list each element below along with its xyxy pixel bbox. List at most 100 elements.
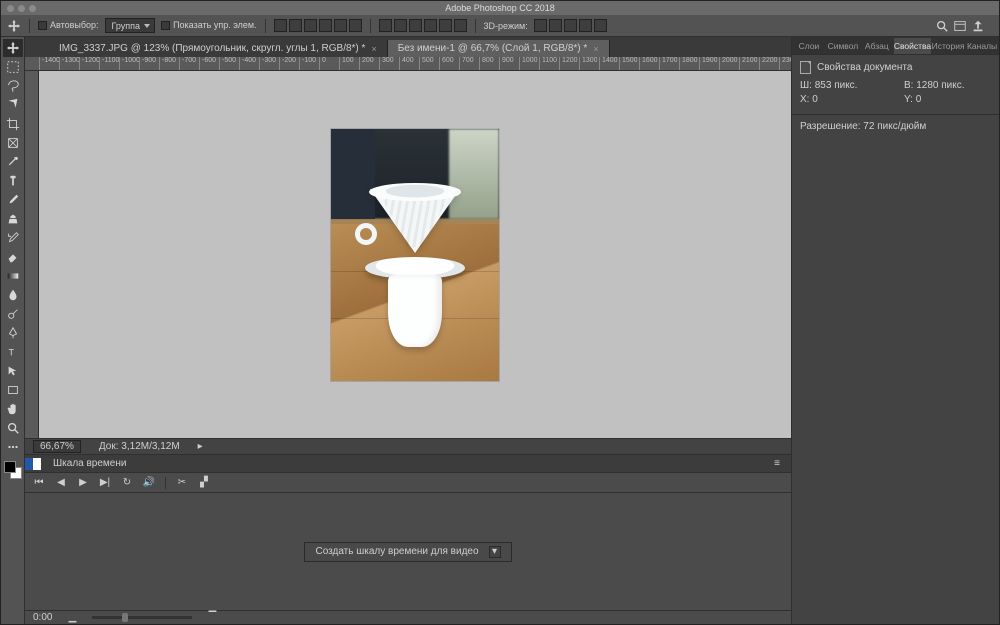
pen-tool[interactable] [3,324,23,342]
panel-tab-properties[interactable]: Свойства [894,38,931,54]
timeline-zoom-in-icon[interactable]: ▔ [206,612,218,624]
ruler-vertical[interactable] [25,71,39,438]
ruler-tick: -800 [159,57,176,70]
zoom-field[interactable]: 66,67% [33,440,81,453]
close-tab-icon[interactable]: × [371,44,376,54]
frame-tool[interactable] [3,134,23,152]
rectangle-tool[interactable] [3,381,23,399]
create-timeline-button[interactable]: Создать шкалу времени для видео ▾ [304,542,511,562]
window-titlebar: Adobe Photoshop CC 2018 [1,1,999,15]
split-icon[interactable]: ✂ [176,477,188,489]
align-icon[interactable] [334,19,347,32]
dodge-tool[interactable] [3,305,23,323]
distribute-icon[interactable] [379,19,392,32]
canvas-area[interactable] [39,71,791,438]
doc-size-readout: Док: 3,12M/3,12M [99,441,180,452]
go-start-icon[interactable]: ⏮ [33,477,45,489]
clone-stamp-tool[interactable] [3,210,23,228]
type-tool[interactable]: T [3,343,23,361]
app-title: Adobe Photoshop CC 2018 [1,3,999,13]
panel-tab-channels[interactable]: Каналы [965,38,999,54]
quick-select-tool[interactable] [3,96,23,114]
panel-tab-paragraph[interactable]: Абзац [860,38,894,54]
rect-marquee-tool[interactable] [3,58,23,76]
workspace-switcher-icon[interactable] [953,19,967,33]
audio-icon[interactable]: 🔊 [143,477,155,489]
share-icon[interactable] [971,19,985,33]
mode-3d-icon[interactable] [594,19,607,32]
align-icon[interactable] [274,19,287,32]
ruler-tick: 2100 [739,57,758,70]
panel-tab-layers[interactable]: Слои [792,38,826,54]
auto-select-dropdown[interactable]: Группа [105,18,156,33]
zoom-tool[interactable] [3,419,23,437]
move-tool[interactable] [3,39,23,57]
brush-tool[interactable] [3,191,23,209]
ruler-tick: 1200 [559,57,578,70]
ruler-tick: 1300 [579,57,598,70]
align-icon[interactable] [304,19,317,32]
ruler-tick: 300 [379,57,394,70]
next-frame-icon[interactable]: ▶| [99,477,111,489]
blur-tool[interactable] [3,286,23,304]
edit-toolbar[interactable] [3,438,23,456]
align-icon-group [274,19,362,32]
ruler-tick: 1600 [639,57,658,70]
timeline-zoom-slider[interactable] [92,616,192,619]
gradient-tool[interactable] [3,267,23,285]
ruler-tick: 1400 [599,57,618,70]
status-chevron-icon[interactable]: ▸ [198,441,203,452]
auto-select-checkbox[interactable]: Автовыбор: [38,20,99,31]
distribute-icon[interactable] [454,19,467,32]
ruler-tick: -500 [219,57,236,70]
panel-tab-character[interactable]: Символ [826,38,860,54]
ruler-tick: 500 [419,57,434,70]
distribute-icon[interactable] [409,19,422,32]
mode-3d-icon[interactable] [564,19,577,32]
distribute-icon[interactable] [439,19,452,32]
mode-3d-icon[interactable] [534,19,547,32]
mode-3d-icon[interactable] [549,19,562,32]
distribute-icon[interactable] [394,19,407,32]
eyedropper-tool[interactable] [3,153,23,171]
document-canvas[interactable] [331,129,499,381]
panel-menu-icon[interactable]: ≡ [771,458,783,470]
properties-title: Свойства документа [817,62,912,73]
prop-resolution: Разрешение: 72 пикс/дюйм [800,121,926,132]
play-icon[interactable]: ▶ [77,477,89,489]
options-bar: Автовыбор: Группа Показать упр. элем. 3D… [1,15,999,37]
show-transform-checkbox[interactable]: Показать упр. элем. [161,20,256,31]
search-icon[interactable] [935,19,949,33]
document-tab[interactable]: IMG_3337.JPG @ 123% (Прямоугольник, скру… [49,40,388,57]
ruler-tick: -1300 [59,57,80,70]
lasso-tool[interactable] [3,77,23,95]
ruler-tick: -1400 [39,57,60,70]
create-timeline-label: Создать шкалу времени для видео [315,546,478,557]
ruler-tick: 900 [499,57,514,70]
eraser-tool[interactable] [3,248,23,266]
distribute-icon[interactable] [424,19,437,32]
align-icon[interactable] [349,19,362,32]
color-swatches[interactable] [4,461,22,479]
spot-heal-tool[interactable] [3,172,23,190]
align-icon[interactable] [289,19,302,32]
loop-icon[interactable]: ↻ [121,477,133,489]
document-tab[interactable]: Без имени-1 @ 66,7% (Слой 1, RGB/8*) * × [388,40,610,57]
timeline-zoom-out-icon[interactable]: ▁ [66,612,78,624]
document-icon [800,61,811,74]
history-brush-tool[interactable] [3,229,23,247]
move-tool-icon [7,19,21,33]
create-timeline-dropdown-icon[interactable]: ▾ [489,546,501,558]
align-icon[interactable] [319,19,332,32]
close-tab-icon[interactable]: × [593,44,598,54]
panel-tab-history[interactable]: История [931,38,965,54]
ruler-tick: 1100 [539,57,557,70]
ruler-tick: -700 [179,57,196,70]
path-select-tool[interactable] [3,362,23,380]
crop-tool[interactable] [3,115,23,133]
mode-3d-icon[interactable] [579,19,592,32]
ruler-horizontal[interactable]: -1400-1300-1200-1100-1000-900-800-700-60… [25,57,791,71]
prev-frame-icon[interactable]: ◀ [55,477,67,489]
hand-tool[interactable] [3,400,23,418]
transition-icon[interactable]: ▞ [198,477,210,489]
